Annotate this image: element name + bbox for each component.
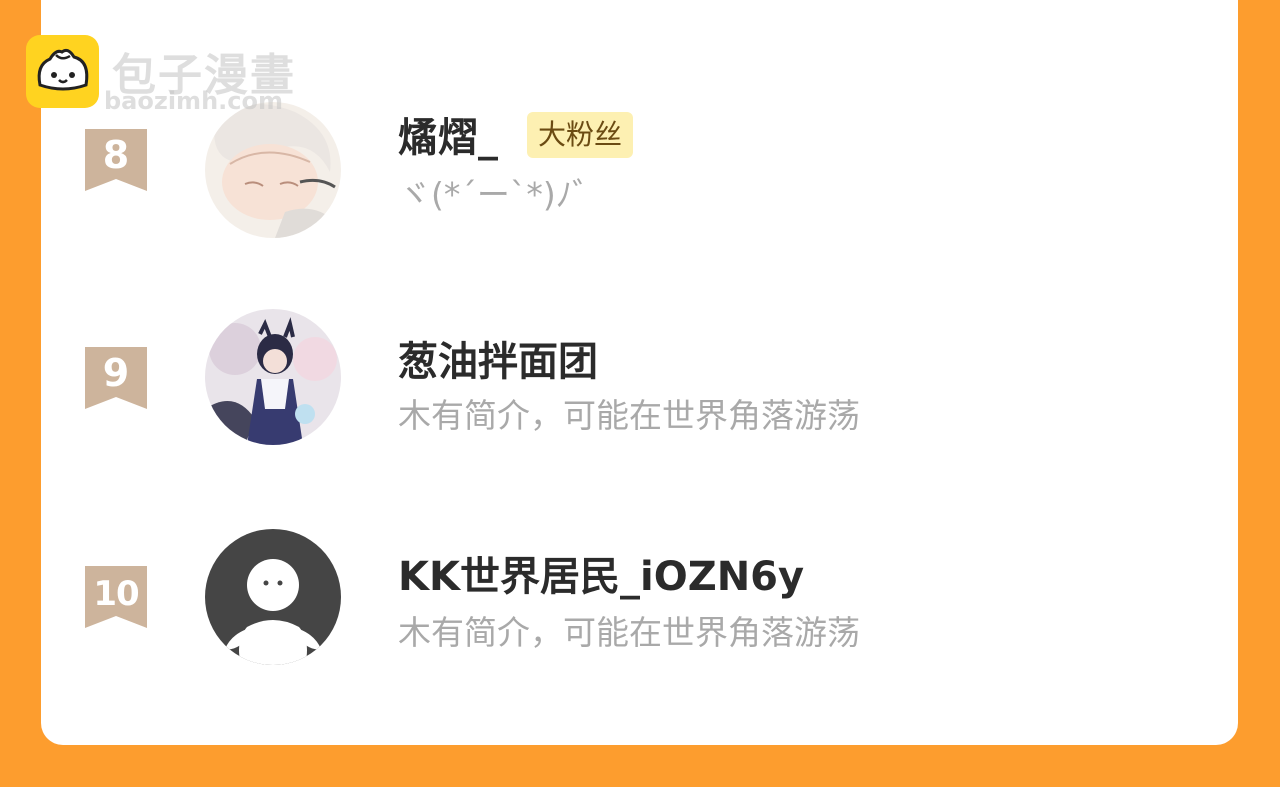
user-avatar[interactable] (205, 102, 341, 238)
rank-number: 10 (93, 574, 139, 614)
user-name[interactable]: KK世界居民_iOZN6y (398, 544, 804, 602)
user-bio: ヾ(*´ー`*)ﾉ゛ (398, 175, 606, 214)
watermark-site: baozimh.com (104, 87, 283, 115)
user-name[interactable]: 葱油拌面团 (398, 329, 598, 387)
rank-number: 9 (102, 351, 130, 395)
user-bio: 木有简介，可能在世界角落游荡 (398, 396, 860, 435)
ranking-row[interactable]: 9 葱油拌面团 木有简介，可能在世界角落游荡 (0, 309, 1280, 473)
rank-ribbon-badge: 8 (85, 129, 147, 191)
user-avatar[interactable] (205, 309, 341, 445)
rank-number: 8 (102, 133, 130, 177)
ranking-row[interactable]: 8 燏熠_ 大粉丝 ヾ(*´ー`*)ﾉ゛ (0, 95, 1280, 255)
user-bio: 木有简介，可能在世界角落游荡 (398, 613, 860, 652)
big-fan-badge: 大粉丝 (527, 112, 634, 158)
user-name[interactable]: 燏熠_ (398, 105, 498, 163)
rank-ribbon-badge: 10 (85, 566, 147, 628)
default-avatar-icon[interactable] (205, 529, 341, 665)
ranking-row[interactable]: 10 KK世界居民_iOZN6y 木有简介，可能在世界角落游荡 (0, 529, 1280, 692)
rank-ribbon-badge: 9 (85, 347, 147, 409)
bun-face-icon (26, 35, 99, 108)
site-watermark: 包子漫畫 baozimh.com (26, 35, 326, 115)
